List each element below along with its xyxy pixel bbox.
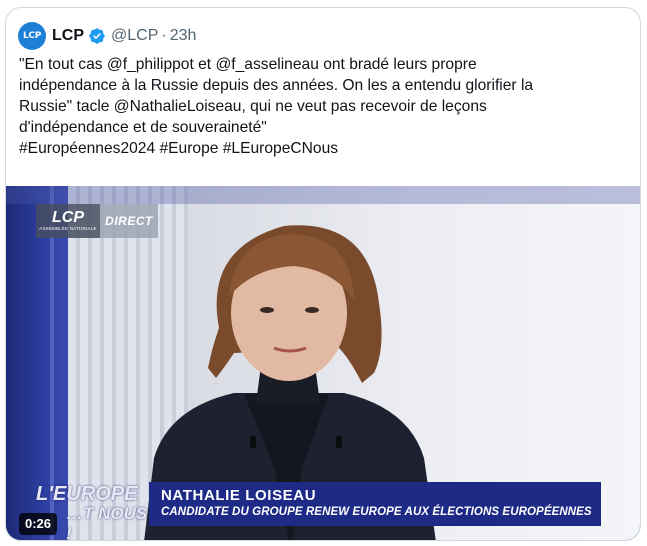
separator-dot: · [161,27,167,44]
tweet-header: LCP LCP @LCP · 23h [18,20,196,52]
tweet-card[interactable]: LCP LCP @LCP · 23h "En tout cas @f_phili… [5,7,641,541]
speaker-name: NATHALIE LOISEAU [161,487,317,504]
avatar[interactable]: LCP [18,22,46,50]
tweet-text-line: indépendance à la Russie depuis des anné… [19,77,534,94]
video-player[interactable]: LCP ASSEMBLÉE NATIONALE DIRECT L'EUROPE … [6,186,640,540]
author-handle[interactable]: @LCP [111,27,158,45]
lower-third-caption: NATHALIE LOISEAU CANDIDATE DU GROUPE REN… [149,482,601,526]
verified-badge-icon [88,27,106,45]
tweet-text-line: Russie" tacle @NathalieLoiseau, qui ne v… [19,98,487,115]
tweet-timestamp[interactable]: 23h [170,27,197,45]
video-duration-badge: 0:26 [19,513,58,535]
author-display-name[interactable]: LCP [52,27,84,45]
tweet-text-line: d'indépendance et de souveraineté" [19,119,267,136]
live-label: DIRECT [100,204,158,238]
channel-logo: LCP ASSEMBLÉE NATIONALE [36,204,100,238]
live-badge: LCP ASSEMBLÉE NATIONALE DIRECT [36,204,158,238]
tweet-text-line: "En tout cas @f_philippot et @f_asseline… [19,56,477,73]
hashtags-line[interactable]: #Européennes2024 #Europe #LEuropeCNous [19,138,619,159]
tweet-text: "En tout cas @f_philippot et @f_asseline… [19,54,619,159]
speaker-role: CANDIDATE DU GROUPE RENEW EUROPE AUX ÉLE… [161,506,592,518]
